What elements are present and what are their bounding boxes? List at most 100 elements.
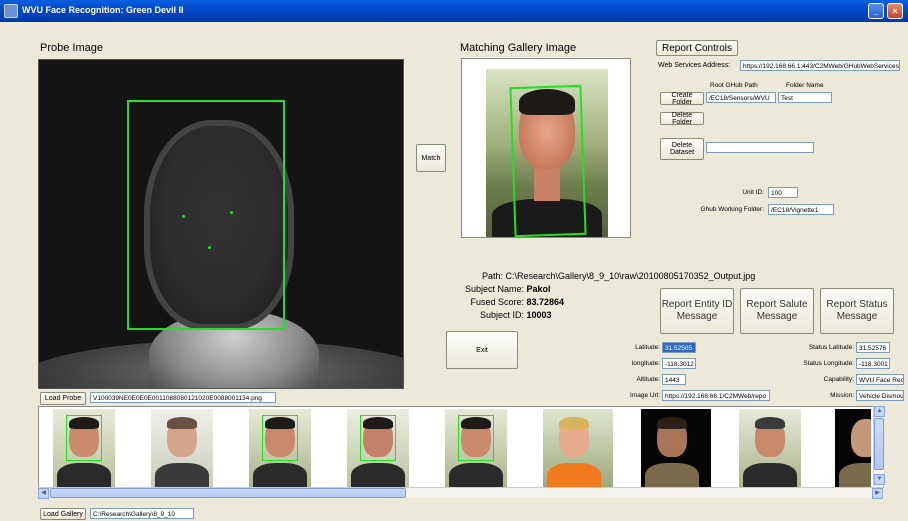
vertical-scroll-thumb[interactable] bbox=[874, 418, 884, 470]
fused-score-value: 83.72864 bbox=[526, 297, 565, 307]
probe-eye-left-marker bbox=[182, 215, 185, 218]
report-status-button[interactable]: Report Status Message bbox=[820, 288, 894, 334]
working-folder-label: Ghub Working Folder: bbox=[700, 206, 764, 213]
gallery-horizontal-scrollbar[interactable]: ◀ ▶ bbox=[38, 487, 884, 499]
thumb-body bbox=[351, 463, 405, 489]
subject-id-value: 10003 bbox=[526, 310, 552, 320]
latitude-label: Latitude: bbox=[635, 344, 660, 351]
thumb-hair bbox=[167, 417, 197, 429]
status-latitude-label: Status Latitude: bbox=[808, 344, 854, 351]
thumb-body bbox=[253, 463, 307, 489]
unit-id-field[interactable]: 100 bbox=[768, 187, 798, 198]
scroll-left-arrow-icon[interactable]: ◀ bbox=[38, 488, 49, 499]
probe-detection-box bbox=[127, 100, 285, 330]
thumb-detection-box bbox=[262, 415, 298, 461]
image-url-field[interactable]: https://192.168.66.1/C2MWeb/repo bbox=[662, 390, 770, 401]
status-longitude-label: Status Longitude: bbox=[803, 360, 854, 367]
root-path-label: Root GHub Path bbox=[710, 82, 758, 89]
probe-image bbox=[38, 59, 404, 389]
fused-score-label: Fused Score: bbox=[470, 297, 524, 307]
delete-folder-button[interactable]: Delete Folder bbox=[660, 112, 704, 126]
longitude-label: longitude: bbox=[631, 360, 660, 367]
web-services-field[interactable]: https://192.168.66.1:443/C2MWeb/GHubWebS… bbox=[740, 60, 900, 71]
root-path-field[interactable]: /EC18/Sensors/WVU bbox=[706, 92, 776, 103]
thumb-detection-box bbox=[66, 415, 102, 461]
gallery-thumbnail[interactable] bbox=[739, 409, 801, 489]
window-title: WVU Face Recognition: Green Devil II bbox=[22, 5, 184, 15]
path-label: Path: bbox=[482, 271, 504, 281]
report-salute-button[interactable]: Report Salute Message bbox=[740, 288, 814, 334]
folder-name-field[interactable]: Test bbox=[778, 92, 832, 103]
probe-image-label: Probe Image bbox=[40, 42, 103, 54]
gallery-thumbnail[interactable] bbox=[641, 409, 711, 489]
gallery-thumbnail[interactable] bbox=[445, 409, 507, 489]
thumb-body bbox=[645, 463, 699, 489]
exit-button[interactable]: Exit bbox=[446, 331, 518, 369]
gallery-thumbnail[interactable] bbox=[347, 409, 409, 489]
probe-nose-marker bbox=[208, 246, 211, 249]
thumb-body bbox=[547, 463, 601, 489]
matching-gallery-image bbox=[461, 58, 631, 238]
probe-path-field[interactable]: V100039NE0E0E0E0011088080121020E00880011… bbox=[90, 392, 276, 403]
thumb-hair bbox=[559, 417, 589, 429]
title-bar: WVU Face Recognition: Green Devil II _ × bbox=[0, 0, 908, 22]
folder-name-label: Folder Name bbox=[786, 82, 824, 89]
dataset-field[interactable] bbox=[706, 142, 814, 153]
load-probe-button[interactable]: Load Probe bbox=[40, 392, 86, 405]
thumb-detection-box bbox=[360, 415, 396, 461]
thumb-body bbox=[57, 463, 111, 489]
subject-id-label: Subject ID: bbox=[479, 310, 524, 320]
thumb-body bbox=[155, 463, 209, 489]
capability-field[interactable]: WVU Face Reco bbox=[856, 374, 904, 385]
report-controls-button[interactable]: Report Controls bbox=[656, 40, 738, 56]
capability-label: Capability: bbox=[823, 376, 854, 383]
thumb-detection-box bbox=[458, 415, 494, 461]
gallery-detection-box bbox=[509, 84, 587, 237]
mission-label: Mission: bbox=[830, 392, 854, 399]
thumb-body bbox=[743, 463, 797, 489]
gallery-thumbnail[interactable] bbox=[151, 409, 213, 489]
gallery-thumbnail[interactable] bbox=[543, 409, 613, 489]
client-area: Probe Image Load Probe V100039NE0E0E0E00… bbox=[4, 26, 904, 521]
matching-gallery-label: Matching Gallery Image bbox=[460, 42, 577, 54]
thumb-body bbox=[449, 463, 503, 489]
subject-name-label: Subject Name: bbox=[464, 284, 524, 294]
longitude-field[interactable]: -118.3012 bbox=[662, 358, 696, 369]
thumb-body bbox=[839, 463, 871, 489]
subject-name-line: Subject Name: Pakol bbox=[434, 284, 551, 294]
create-folder-button[interactable]: Create Folder bbox=[660, 92, 704, 106]
mission-field[interactable]: Vehicle Dismount bbox=[856, 390, 904, 401]
match-button[interactable]: Match bbox=[416, 144, 446, 172]
app-icon bbox=[4, 4, 18, 18]
status-latitude-field[interactable]: 31.52576 bbox=[856, 342, 890, 353]
gallery-thumbnail-strip[interactable] bbox=[38, 406, 884, 498]
report-entity-id-button[interactable]: Report Entity ID Message bbox=[660, 288, 734, 334]
gallery-vertical-scrollbar[interactable]: ▲ ▼ bbox=[873, 406, 885, 486]
scroll-right-arrow-icon[interactable]: ▶ bbox=[872, 488, 883, 499]
altitude-label: Altitude: bbox=[636, 376, 661, 383]
unit-id-label: Unit ID: bbox=[742, 189, 764, 196]
image-url-label: Image Url: bbox=[630, 392, 660, 399]
gallery-thumbnail[interactable] bbox=[53, 409, 115, 489]
gallery-thumbnail[interactable] bbox=[835, 409, 871, 489]
latitude-field[interactable]: 31.52505 bbox=[662, 342, 696, 353]
minimize-button[interactable]: _ bbox=[868, 3, 884, 19]
close-button[interactable]: × bbox=[887, 3, 903, 19]
horizontal-scroll-thumb[interactable] bbox=[50, 488, 406, 498]
scroll-up-arrow-icon[interactable]: ▲ bbox=[874, 406, 885, 417]
status-longitude-field[interactable]: -118.3001 bbox=[856, 358, 890, 369]
thumb-face bbox=[851, 419, 871, 457]
load-gallery-button[interactable]: Load Gallery bbox=[40, 508, 86, 520]
gallery-path-field[interactable]: C:\Research\Gallery\8_9_10 bbox=[90, 508, 194, 519]
thumb-hair bbox=[657, 417, 687, 429]
altitude-field[interactable]: 1443 bbox=[662, 374, 686, 385]
path-value: C:\Research\Gallery\8_9_10\raw\201008051… bbox=[505, 271, 756, 281]
probe-eye-right-marker bbox=[230, 211, 233, 214]
thumb-hair bbox=[755, 417, 785, 429]
working-folder-field[interactable]: /EC18/Vignette1 bbox=[768, 204, 834, 215]
delete-dataset-button[interactable]: Delete Dataset bbox=[660, 138, 704, 160]
fused-score-line: Fused Score: 83.72864 bbox=[434, 297, 564, 307]
gallery-thumbnail[interactable] bbox=[249, 409, 311, 489]
web-services-label: Web Services Address: bbox=[658, 62, 731, 69]
scroll-down-arrow-icon[interactable]: ▼ bbox=[874, 474, 885, 485]
